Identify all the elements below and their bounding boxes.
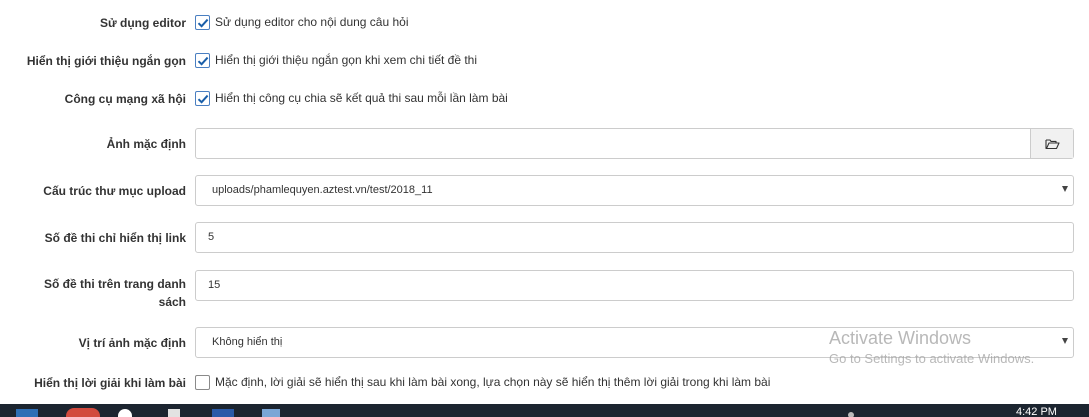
social-checkbox-text: Hiển thị công cụ chia sẽ kết quả thi sau… [215, 91, 508, 105]
image-position-label: Vị trí ảnh mặc định [78, 336, 186, 350]
editor-checkbox[interactable] [195, 15, 210, 30]
row-solution: Hiển thị lời giải khi làm bài Mặc định, … [0, 373, 1089, 393]
link-count-value: 5 [208, 231, 215, 243]
browser-icon[interactable] [118, 409, 132, 417]
caret-down-icon [1062, 186, 1068, 192]
image-position-select[interactable]: Không hiển thị [195, 327, 1074, 358]
social-label: Công cụ mạng xã hội [64, 92, 186, 106]
browse-image-button[interactable] [1030, 129, 1073, 158]
editor-label: Sử dụng editor [99, 16, 186, 30]
row-image-position: Vị trí ảnh mặc định Không hiển thị [0, 327, 1089, 358]
solution-label: Hiển thị lời giải khi làm bài [34, 376, 186, 390]
folder-open-icon [1044, 138, 1060, 149]
upload-dir-label: Cấu trúc thư mục upload [43, 184, 186, 198]
chrome-icon[interactable] [66, 408, 100, 417]
taskbar-clock[interactable]: 4:42 PM [1016, 406, 1057, 417]
default-image-input[interactable] [195, 128, 1074, 159]
link-count-label: Số đề thi chỉ hiển thị link [44, 231, 186, 245]
upload-dir-select[interactable]: uploads/phamlequyen.aztest.vn/test/2018_… [195, 175, 1074, 206]
upload-dir-value: uploads/phamlequyen.aztest.vn/test/2018_… [212, 184, 433, 196]
list-count-value: 15 [208, 279, 221, 291]
intro-label: Hiển thị giới thiệu ngắn gọn [26, 54, 186, 68]
row-default-image: Ảnh mặc định [0, 128, 1089, 159]
network-icon[interactable] [262, 409, 280, 417]
editor-checkbox-text: Sử dụng editor cho nội dung câu hỏi [215, 15, 409, 29]
list-count-label-line1: Số đề thi trên trang danh [43, 277, 186, 291]
solution-checkbox-text: Mặc định, lời giải sẽ hiển thị sau khi l… [215, 375, 771, 389]
checkmark-icon [197, 94, 208, 104]
list-count-label-line2: sách [158, 295, 186, 309]
checkmark-icon [197, 56, 208, 66]
app-icon[interactable] [168, 409, 180, 417]
social-checkbox-group[interactable]: Hiển thị công cụ chia sẽ kết quả thi sau… [195, 91, 508, 106]
list-count-label: Số đề thi trên trang danh sách [0, 275, 186, 311]
solution-checkbox-group[interactable]: Mặc định, lời giải sẽ hiển thị sau khi l… [195, 375, 770, 390]
row-social: Công cụ mạng xã hội Hiển thị công cụ chi… [0, 89, 1089, 109]
image-position-value: Không hiển thị [212, 336, 283, 348]
settings-form: Sử dụng editor Sử dụng editor cho nội du… [0, 0, 1089, 404]
taskbar: 4:42 PM [0, 404, 1089, 417]
default-image-label: Ảnh mặc định [106, 137, 186, 151]
row-list-count: Số đề thi trên trang danh sách 15 [0, 269, 1089, 311]
link-count-input[interactable]: 5 [195, 222, 1074, 253]
editor-checkbox-group[interactable]: Sử dụng editor cho nội dung câu hỏi [195, 15, 409, 30]
checkmark-icon [197, 18, 208, 28]
list-count-input[interactable]: 15 [195, 270, 1074, 301]
word-icon[interactable] [212, 409, 234, 417]
intro-checkbox-group[interactable]: Hiển thị giới thiệu ngắn gọn khi xem chi… [195, 53, 477, 68]
row-link-count: Số đề thi chỉ hiển thị link 5 [0, 222, 1089, 253]
social-checkbox[interactable] [195, 91, 210, 106]
row-upload-dir: Cấu trúc thư mục upload uploads/phamlequ… [0, 175, 1089, 206]
solution-checkbox[interactable] [195, 375, 210, 390]
file-explorer-icon[interactable] [16, 409, 38, 417]
row-intro: Hiển thị giới thiệu ngắn gọn Hiển thị gi… [0, 51, 1089, 71]
intro-checkbox-text: Hiển thị giới thiệu ngắn gọn khi xem chi… [215, 53, 478, 67]
caret-down-icon [1062, 338, 1068, 344]
row-editor: Sử dụng editor Sử dụng editor cho nội du… [0, 13, 1089, 33]
intro-checkbox[interactable] [195, 53, 210, 68]
tray-icon[interactable] [848, 412, 854, 417]
